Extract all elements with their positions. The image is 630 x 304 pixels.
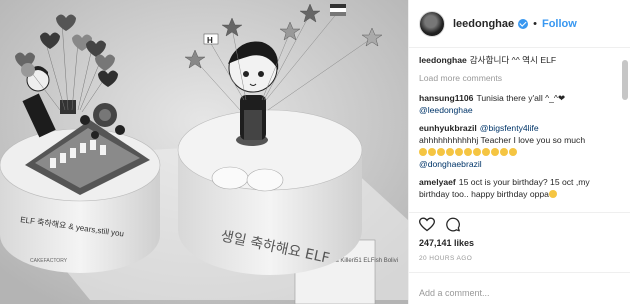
comments-scrollbar[interactable] — [622, 60, 628, 100]
comments-list[interactable]: leedonghae 감사합니다 ^^ 역시 ELF Load more comm… — [409, 48, 630, 216]
brand-text: CAKEFACTORY — [30, 258, 68, 264]
caption-username[interactable]: leedonghae — [419, 55, 467, 65]
comment-bubble-icon[interactable] — [445, 217, 461, 232]
comment-username[interactable]: eunhyukbrazil — [419, 123, 477, 133]
post-header: leedonghae • Follow — [409, 0, 630, 48]
post-sidebar: leedonghae • Follow leedonghae 감사합니다 ^^ 역… — [408, 0, 630, 304]
comment-item: hansung1106 Tunisia there y'all ^_^❤ @lee… — [419, 92, 616, 116]
smile-emoji-icon — [548, 190, 557, 198]
flag-text: H — [207, 36, 213, 45]
author-username[interactable]: leedonghae — [453, 18, 514, 30]
like-heart-icon[interactable] — [419, 217, 435, 232]
comment-username[interactable]: amelyaef — [419, 177, 456, 187]
post-photo[interactable]: ELF Indonesia Killeri51 ELFish Bolivi EL… — [0, 0, 408, 304]
comment-item: eunhyukbrazil @bigsfenty4life ahhhhhhhhhh… — [419, 122, 616, 170]
comment-username[interactable]: hansung1106 — [419, 93, 473, 103]
likes-count[interactable]: 247,141 likes — [419, 238, 474, 248]
caption-text: 감사합니다 ^^ 역시 ELF — [469, 55, 557, 65]
verified-badge-icon — [518, 18, 529, 29]
cake-photo: ELF Indonesia Killeri51 ELFish Bolivi EL… — [0, 0, 408, 304]
post-timestamp[interactable]: 20 HOURS AGO — [419, 255, 472, 262]
separator-dot: • — [533, 17, 537, 30]
caption: leedonghae 감사합니다 ^^ 역시 ELF — [419, 54, 616, 66]
comment-mention[interactable]: @donghaebrazil — [419, 159, 482, 169]
comment-text: Tunisia there y'all ^_^❤ — [476, 93, 566, 103]
avatar[interactable] — [419, 10, 445, 37]
follow-button[interactable]: Follow — [542, 18, 577, 30]
add-comment-area — [409, 272, 630, 304]
load-more-comments-button[interactable]: Load more comments — [419, 72, 616, 84]
comment-item: amelyaef 15 oct is your birthday? 15 oct … — [419, 176, 616, 200]
comment-mention[interactable]: @bigsfenty4life — [480, 123, 539, 133]
post-actions — [409, 212, 630, 236]
comment-mention[interactable]: @leedonghae — [419, 105, 473, 115]
add-comment-input[interactable] — [419, 288, 620, 298]
emoji-row — [419, 147, 518, 157]
comment-text: ahhhhhhhhhhhj Teacher I love you so much — [419, 135, 586, 145]
